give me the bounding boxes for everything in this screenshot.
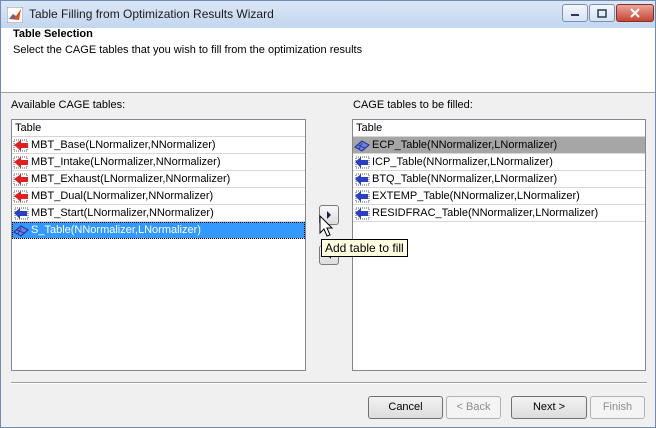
list-item-selected[interactable]: S_Table(NNormalizer,LNormalizer) [12, 222, 305, 239]
next-button[interactable]: Next > [511, 396, 587, 419]
available-tables-list[interactable]: Table MBT_Base(LNormalizer,NNormalizer) … [11, 119, 306, 371]
list-item-label: ICP_Table(NNormalizer,LNormalizer) [372, 156, 553, 168]
list-item[interactable]: BTQ_Table(NNormalizer,LNormalizer) [353, 171, 645, 188]
red-arrow-table-icon [13, 156, 28, 169]
blue-arrow-table-icon [355, 156, 370, 169]
blue-arrow-table-icon [355, 190, 370, 203]
column-header-table[interactable]: Table [12, 120, 305, 137]
cancel-button[interactable]: Cancel [368, 396, 443, 419]
list-item-label: EXTEMP_Table(NNormalizer,LNormalizer) [372, 190, 580, 202]
mouse-pointer-icon [319, 215, 334, 237]
list-item[interactable]: MBT_Start(LNormalizer,NNormalizer) [12, 205, 305, 222]
column-header-table[interactable]: Table [353, 120, 645, 137]
list-item-selected[interactable]: ECP_Table(NNormalizer,LNormalizer) [353, 137, 645, 154]
list-item[interactable]: ICP_Table(NNormalizer,LNormalizer) [353, 154, 645, 171]
close-icon [630, 8, 640, 18]
list-item-label: S_Table(NNormalizer,LNormalizer) [31, 224, 201, 236]
list-item-label: BTQ_Table(NNormalizer,LNormalizer) [372, 173, 558, 185]
page-subtitle: Select the CAGE tables that you wish to … [13, 44, 363, 56]
list-item[interactable]: MBT_Dual(LNormalizer,NNormalizer) [12, 188, 305, 205]
wizard-window: Table Filling from Optimization Results … [0, 0, 656, 428]
list-item-label: RESIDFRAC_Table(NNormalizer,LNormalizer) [372, 207, 599, 219]
window-title: Table Filling from Optimization Results … [29, 7, 274, 21]
list-item-label: MBT_Base(LNormalizer,NNormalizer) [31, 139, 216, 151]
list-item-label: ECP_Table(NNormalizer,LNormalizer) [372, 139, 558, 151]
maximize-button[interactable] [589, 4, 615, 22]
tables-to-fill-label: CAGE tables to be filled: [353, 99, 473, 111]
blue-table-icon [13, 225, 29, 237]
list-item-label: MBT_Intake(LNormalizer,NNormalizer) [31, 156, 221, 168]
page-title: Table Selection [13, 28, 93, 40]
list-item-label: MBT_Dual(LNormalizer,NNormalizer) [31, 190, 214, 202]
header-panel: Table Selection Select the CAGE tables t… [1, 28, 655, 93]
list-item[interactable]: RESIDFRAC_Table(NNormalizer,LNormalizer) [353, 205, 645, 222]
minimize-button[interactable] [562, 4, 588, 22]
blue-table-icon [354, 140, 370, 152]
list-item-label: MBT_Start(LNormalizer,NNormalizer) [31, 207, 214, 219]
red-arrow-table-icon [13, 190, 28, 203]
list-item[interactable]: EXTEMP_Table(NNormalizer,LNormalizer) [353, 188, 645, 205]
minimize-icon [571, 14, 579, 16]
matlab-logo-icon [7, 7, 23, 23]
list-item[interactable]: MBT_Intake(LNormalizer,NNormalizer) [12, 154, 305, 171]
list-item[interactable]: MBT_Base(LNormalizer,NNormalizer) [12, 137, 305, 154]
title-bar[interactable]: Table Filling from Optimization Results … [1, 1, 655, 29]
blue-arrow-table-icon [355, 173, 370, 186]
footer-separator [11, 382, 647, 384]
red-arrow-table-icon [13, 139, 28, 152]
blue-arrow-table-icon [355, 207, 370, 220]
list-item-label: MBT_Exhaust(LNormalizer,NNormalizer) [31, 173, 231, 185]
close-button[interactable] [616, 4, 654, 22]
red-arrow-table-icon [13, 173, 28, 186]
blue-arrow-table-icon [14, 207, 29, 220]
back-button[interactable]: < Back [446, 396, 501, 419]
list-item[interactable]: MBT_Exhaust(LNormalizer,NNormalizer) [12, 171, 305, 188]
add-table-tooltip: Add table to fill [321, 239, 408, 257]
finish-button[interactable]: Finish [590, 396, 645, 419]
maximize-icon [597, 8, 607, 18]
available-tables-label: Available CAGE tables: [11, 99, 126, 111]
